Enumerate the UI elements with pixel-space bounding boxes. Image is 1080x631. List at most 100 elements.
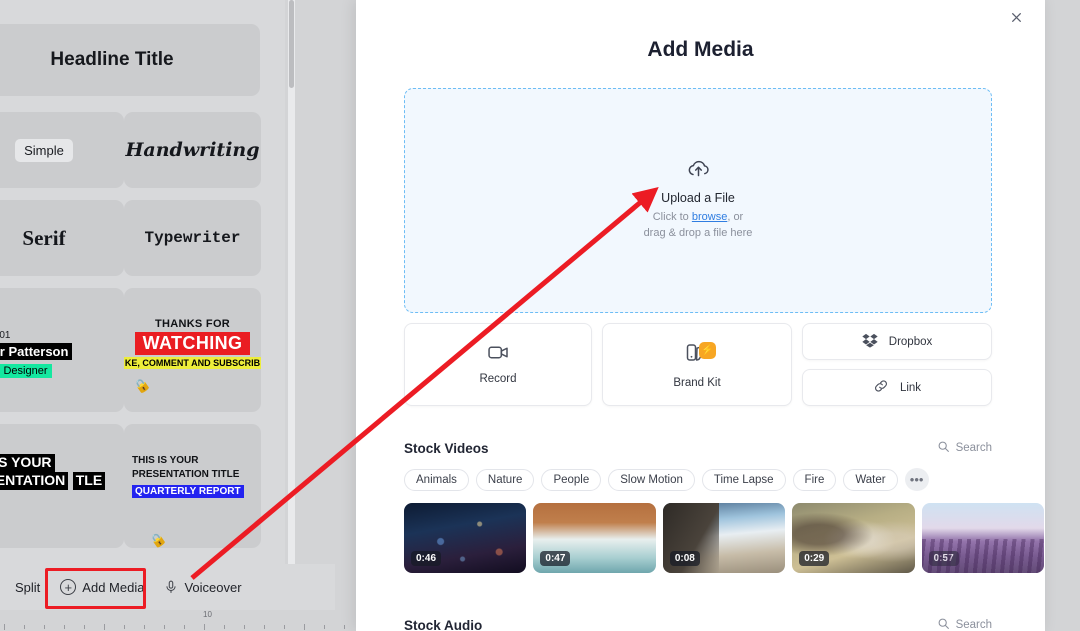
template-card-simple[interactable]: Simple <box>0 112 124 188</box>
template-card-presentation-left[interactable]: HIS IS YOUR RESENTATION TLE <box>0 424 124 548</box>
speaker-card-content: peaker 01 Oliver Patterson ashion Design… <box>0 288 124 379</box>
timeline-tick <box>304 624 305 630</box>
category-chip[interactable]: Fire <box>792 468 837 491</box>
presentation-left-line-3: TLE <box>72 472 106 490</box>
presentation-right-line-2: PRESENTATION TITLE <box>132 468 240 480</box>
timeline-tick <box>264 625 265 629</box>
stock-audio-search-button[interactable]: Search <box>937 617 992 631</box>
presentation-right-line-1: THIS IS YOUR <box>132 455 199 466</box>
timeline-tick-label: 10 <box>203 610 212 619</box>
link-option-button[interactable]: Link <box>802 369 992 406</box>
stock-videos-thumbnails: 0:46 0:47 0:08 0:29 0:57 <box>404 503 1045 573</box>
timeline-tick <box>244 625 245 629</box>
add-media-button[interactable]: + Add Media <box>53 574 151 600</box>
circle-plus-icon: + <box>60 579 77 595</box>
category-chip[interactable]: Animals <box>404 468 469 491</box>
timeline-tick <box>124 625 125 629</box>
stock-video-thumbnail[interactable]: 0:08 <box>662 503 786 573</box>
stock-videos-title: Stock Videos <box>404 440 489 456</box>
record-label: Record <box>479 373 517 385</box>
dropzone-click-prefix: Click to <box>652 211 692 224</box>
record-option-button[interactable]: Record <box>404 323 592 406</box>
screen-root: Headline Title Simple Handwriting Serif … <box>0 0 1080 631</box>
category-chip[interactable]: Nature <box>475 468 535 491</box>
stock-video-thumbnail[interactable]: 0:46 <box>404 503 527 573</box>
timeline-tick <box>284 625 285 629</box>
template-panel-scrollbar[interactable] <box>288 0 295 564</box>
presentation-left-line-2: RESENTATION <box>0 472 69 490</box>
timeline-tick <box>164 625 165 629</box>
template-card-presentation-right[interactable]: THIS IS YOUR PRESENTATION TITLE QUARTERL… <box>124 424 261 548</box>
timeline-tick <box>24 625 25 629</box>
stock-video-thumbnail[interactable]: 0:57 <box>921 503 1045 573</box>
timeline-ticks <box>0 624 355 631</box>
external-source-buttons: Dropbox Link <box>802 323 992 406</box>
search-icon <box>937 617 950 631</box>
stock-videos-search-button[interactable]: Search <box>937 440 992 456</box>
stock-video-thumbnail[interactable]: 0:29 <box>792 503 915 573</box>
template-card-serif[interactable]: Serif <box>0 200 124 276</box>
dropbox-option-button[interactable]: Dropbox <box>802 323 992 360</box>
split-button[interactable]: Split <box>8 575 47 600</box>
upload-dropzone[interactable]: Upload a File Click to browse, or drag &… <box>404 88 992 313</box>
timeline-tick <box>104 624 105 630</box>
video-duration-badge: 0:57 <box>928 551 959 566</box>
dropzone-title: Upload a File <box>661 191 735 206</box>
voiceover-button[interactable]: Voiceover <box>157 575 248 600</box>
stock-video-thumbnail[interactable]: 0:47 <box>533 503 656 573</box>
speaker-line-1: peaker 01 <box>0 330 11 341</box>
timeline-tick <box>44 625 45 629</box>
speaker-line-3: ashion Designer <box>0 364 52 378</box>
scrollbar-thumb[interactable] <box>289 0 294 88</box>
dropzone-sub-line2: drag & drop a file here <box>643 227 753 239</box>
template-card-handwriting[interactable]: Handwriting <box>124 112 261 188</box>
thanks-line-1: THANKS FOR <box>154 318 231 330</box>
timeline-tick <box>4 624 5 630</box>
timeline-tick <box>344 625 345 629</box>
timeline-tick <box>144 625 145 629</box>
timeline-tick <box>84 625 85 629</box>
stock-videos-category-chips: Animals Nature People Slow Motion Time Lapse… <box>404 468 1004 491</box>
add-media-label: Add Media <box>82 579 145 595</box>
timeline-tick <box>64 625 65 629</box>
timeline-ruler[interactable]: 10 <box>0 610 355 631</box>
stock-audio-search-label: Search <box>955 619 992 631</box>
media-source-options: Record ⚡ Brand Kit Dropbox Link <box>404 323 992 406</box>
cloud-upload-icon <box>686 159 711 184</box>
template-card-headline[interactable]: Headline Title <box>0 24 260 96</box>
timeline-tick <box>324 625 325 629</box>
dropzone-subtitle: Click to browse, or drag & drop a file h… <box>644 210 753 242</box>
brand-kit-label: Brand Kit <box>673 377 721 389</box>
dropbox-icon <box>862 333 878 351</box>
link-label: Link <box>899 381 922 394</box>
microphone-icon <box>164 580 178 594</box>
thanks-line-2: WATCHING <box>134 332 251 355</box>
search-icon <box>937 440 950 456</box>
category-chip[interactable]: Water <box>843 468 898 491</box>
timeline-tick <box>224 625 225 629</box>
presentation-right-content: THIS IS YOUR PRESENTATION TITLE QUARTERL… <box>124 424 244 548</box>
preview-panel <box>1045 0 1080 631</box>
stock-videos-search-label: Search <box>955 442 992 454</box>
template-panel: Headline Title Simple Handwriting Serif … <box>0 0 285 564</box>
close-icon[interactable] <box>1005 6 1027 28</box>
browse-link[interactable]: browse <box>692 211 727 223</box>
brand-kit-option-button[interactable]: ⚡ Brand Kit <box>602 323 792 406</box>
speaker-line-2: Oliver Patterson <box>0 343 73 360</box>
template-card-typewriter[interactable]: Typewriter <box>124 200 261 276</box>
timeline-tick <box>204 624 205 630</box>
voiceover-label: Voiceover <box>184 579 242 595</box>
dropzone-sub-middle: , or <box>727 211 744 224</box>
template-card-thanks[interactable]: THANKS FOR WATCHING KE, COMMENT AND SUBS… <box>124 288 261 412</box>
category-chip[interactable]: Slow Motion <box>608 468 695 491</box>
video-duration-badge: 0:29 <box>799 551 830 566</box>
template-card-speaker[interactable]: peaker 01 Oliver Patterson ashion Design… <box>0 288 124 412</box>
category-chip[interactable]: Time Lapse <box>701 468 786 491</box>
template-serif-label: Serif <box>22 225 66 250</box>
more-categories-button[interactable]: ••• <box>904 468 929 491</box>
stock-audio-title: Stock Audio <box>404 617 483 631</box>
category-chip[interactable]: People <box>541 468 602 491</box>
presentation-left-line-1: HIS IS YOUR <box>0 454 55 472</box>
dropbox-label: Dropbox <box>888 335 933 348</box>
video-duration-badge: 0:08 <box>669 551 700 566</box>
